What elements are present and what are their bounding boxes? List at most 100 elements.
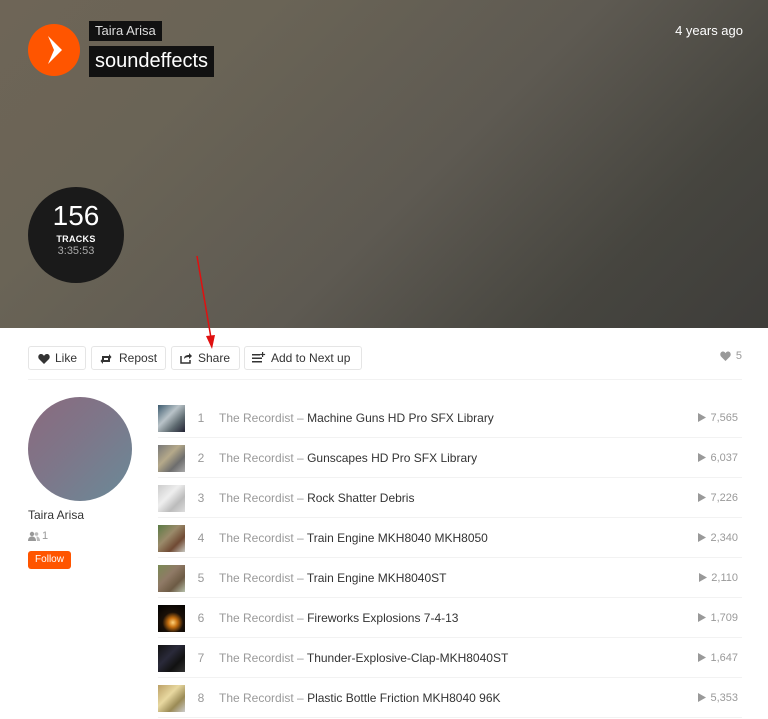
play-button[interactable] — [28, 24, 80, 76]
play-count-icon — [699, 573, 708, 582]
track-artist[interactable]: The Recordist — [219, 611, 294, 625]
play-count-icon — [698, 653, 707, 662]
track-artist[interactable]: The Recordist — [219, 571, 294, 585]
playlist-duration: 3:35:53 — [57, 245, 95, 257]
track-play-count: 7,226 — [698, 492, 738, 504]
track-row[interactable]: 5 The Recordist – Train Engine MKH8040ST 2… — [158, 559, 742, 598]
add-to-queue-icon — [252, 352, 266, 363]
playlist-owner-link[interactable]: Taira Arisa — [89, 21, 162, 41]
track-title[interactable]: Train Engine MKH8040ST — [307, 571, 447, 585]
play-count-icon — [698, 533, 707, 542]
heart-icon — [38, 354, 50, 364]
track-separator: – — [297, 411, 304, 425]
repost-icon — [100, 354, 112, 364]
play-icon — [48, 36, 62, 64]
like-button[interactable]: Like — [28, 346, 86, 370]
track-number: 6 — [197, 611, 205, 625]
track-artwork[interactable] — [158, 485, 185, 512]
track-plays-value: 7,226 — [710, 492, 738, 504]
track-artwork[interactable] — [158, 525, 185, 552]
track-play-count: 7,565 — [698, 412, 738, 424]
track-info: The Recordist – Thunder-Explosive-Clap-M… — [219, 651, 508, 665]
track-title[interactable]: Rock Shatter Debris — [307, 491, 414, 505]
track-artist[interactable]: The Recordist — [219, 531, 294, 545]
track-artist[interactable]: The Recordist — [219, 451, 294, 465]
track-number: 4 — [197, 531, 205, 545]
track-plays-value: 1,709 — [710, 612, 738, 624]
tracklist: 1 The Recordist – Machine Guns HD Pro SFX… — [158, 399, 742, 719]
owner-name[interactable]: Taira Arisa — [28, 508, 84, 522]
playlist-title: soundeffects — [89, 46, 215, 77]
track-play-count: 2,340 — [698, 532, 738, 544]
followers-icon — [28, 531, 40, 541]
track-separator: – — [297, 611, 304, 625]
share-button[interactable]: Share — [171, 346, 240, 370]
repost-button[interactable]: Repost — [91, 346, 166, 370]
track-artwork[interactable] — [158, 565, 185, 592]
track-artwork[interactable] — [158, 405, 185, 432]
track-artist[interactable]: The Recordist — [219, 691, 294, 705]
track-plays-value: 7,565 — [710, 412, 738, 424]
track-row[interactable]: 4 The Recordist – Train Engine MKH8040 MK… — [158, 519, 742, 558]
track-artwork[interactable] — [158, 445, 185, 472]
track-number: 2 — [197, 451, 205, 465]
like-label: Like — [55, 351, 78, 365]
divider — [28, 379, 742, 380]
track-title[interactable]: Gunscapes HD Pro SFX Library — [307, 451, 477, 465]
track-row[interactable]: 1 The Recordist – Machine Guns HD Pro SFX… — [158, 399, 742, 438]
track-number: 8 — [197, 691, 205, 705]
repost-label: Repost — [119, 351, 158, 365]
track-title[interactable]: Machine Guns HD Pro SFX Library — [307, 411, 494, 425]
play-count-icon — [698, 413, 707, 422]
tracks-count-badge: 156 TRACKS 3:35:53 — [28, 187, 124, 283]
play-count-icon — [698, 693, 707, 702]
add-to-next-up-label: Add to Next up — [271, 351, 351, 365]
track-separator: – — [297, 491, 304, 505]
track-row[interactable]: 3 The Recordist – Rock Shatter Debris 7,22… — [158, 479, 742, 518]
track-artist[interactable]: The Recordist — [219, 651, 294, 665]
play-count-icon — [698, 453, 707, 462]
track-artist[interactable]: The Recordist — [219, 411, 294, 425]
track-number: 5 — [197, 571, 205, 585]
track-separator: – — [297, 451, 304, 465]
track-number: 7 — [197, 651, 205, 665]
track-title[interactable]: Thunder-Explosive-Clap-MKH8040ST — [307, 651, 508, 665]
track-plays-value: 2,110 — [711, 572, 738, 584]
track-plays-value: 6,037 — [710, 452, 738, 464]
track-info: The Recordist – Fireworks Explosions 7-4… — [219, 611, 458, 625]
track-info: The Recordist – Machine Guns HD Pro SFX … — [219, 411, 494, 425]
track-artist[interactable]: The Recordist — [219, 491, 294, 505]
share-label: Share — [198, 351, 231, 365]
track-play-count: 1,647 — [698, 652, 738, 664]
likes-count[interactable]: 5 — [720, 350, 742, 362]
playlist-hero: Taira Arisa soundeffects 4 years ago 156… — [0, 0, 768, 328]
track-info: The Recordist – Gunscapes HD Pro SFX Lib… — [219, 451, 477, 465]
add-to-next-up-button[interactable]: Add to Next up — [244, 346, 362, 370]
owner-avatar[interactable] — [28, 397, 132, 501]
track-row[interactable]: 6 The Recordist – Fireworks Explosions 7-… — [158, 599, 742, 638]
track-title[interactable]: Fireworks Explosions 7-4-13 — [307, 611, 458, 625]
track-artwork[interactable] — [158, 685, 185, 712]
track-play-count: 5,353 — [698, 692, 738, 704]
track-artwork[interactable] — [158, 605, 185, 632]
track-number: 1 — [197, 411, 205, 425]
followers-count-value: 1 — [42, 530, 49, 542]
tracks-label: TRACKS — [56, 234, 96, 244]
follow-button[interactable]: Follow — [28, 551, 71, 569]
track-row[interactable]: 2 The Recordist – Gunscapes HD Pro SFX Li… — [158, 439, 742, 478]
track-plays-value: 2,340 — [710, 532, 738, 544]
heart-icon — [720, 351, 731, 361]
posted-time: 4 years ago — [675, 23, 743, 38]
share-icon — [180, 353, 192, 364]
track-count: 156 — [52, 200, 100, 231]
track-title[interactable]: Plastic Bottle Friction MKH8040 96K — [307, 691, 500, 705]
track-separator: – — [297, 571, 304, 585]
track-play-count: 2,110 — [699, 572, 738, 584]
track-play-count: 6,037 — [698, 452, 738, 464]
track-artwork[interactable] — [158, 645, 185, 672]
track-title[interactable]: Train Engine MKH8040 MKH8050 — [307, 531, 488, 545]
track-row[interactable]: 7 The Recordist – Thunder-Explosive-Clap-… — [158, 639, 742, 678]
track-row[interactable]: 8 The Recordist – Plastic Bottle Friction… — [158, 679, 742, 718]
track-number: 3 — [197, 491, 205, 505]
track-separator: – — [297, 651, 304, 665]
